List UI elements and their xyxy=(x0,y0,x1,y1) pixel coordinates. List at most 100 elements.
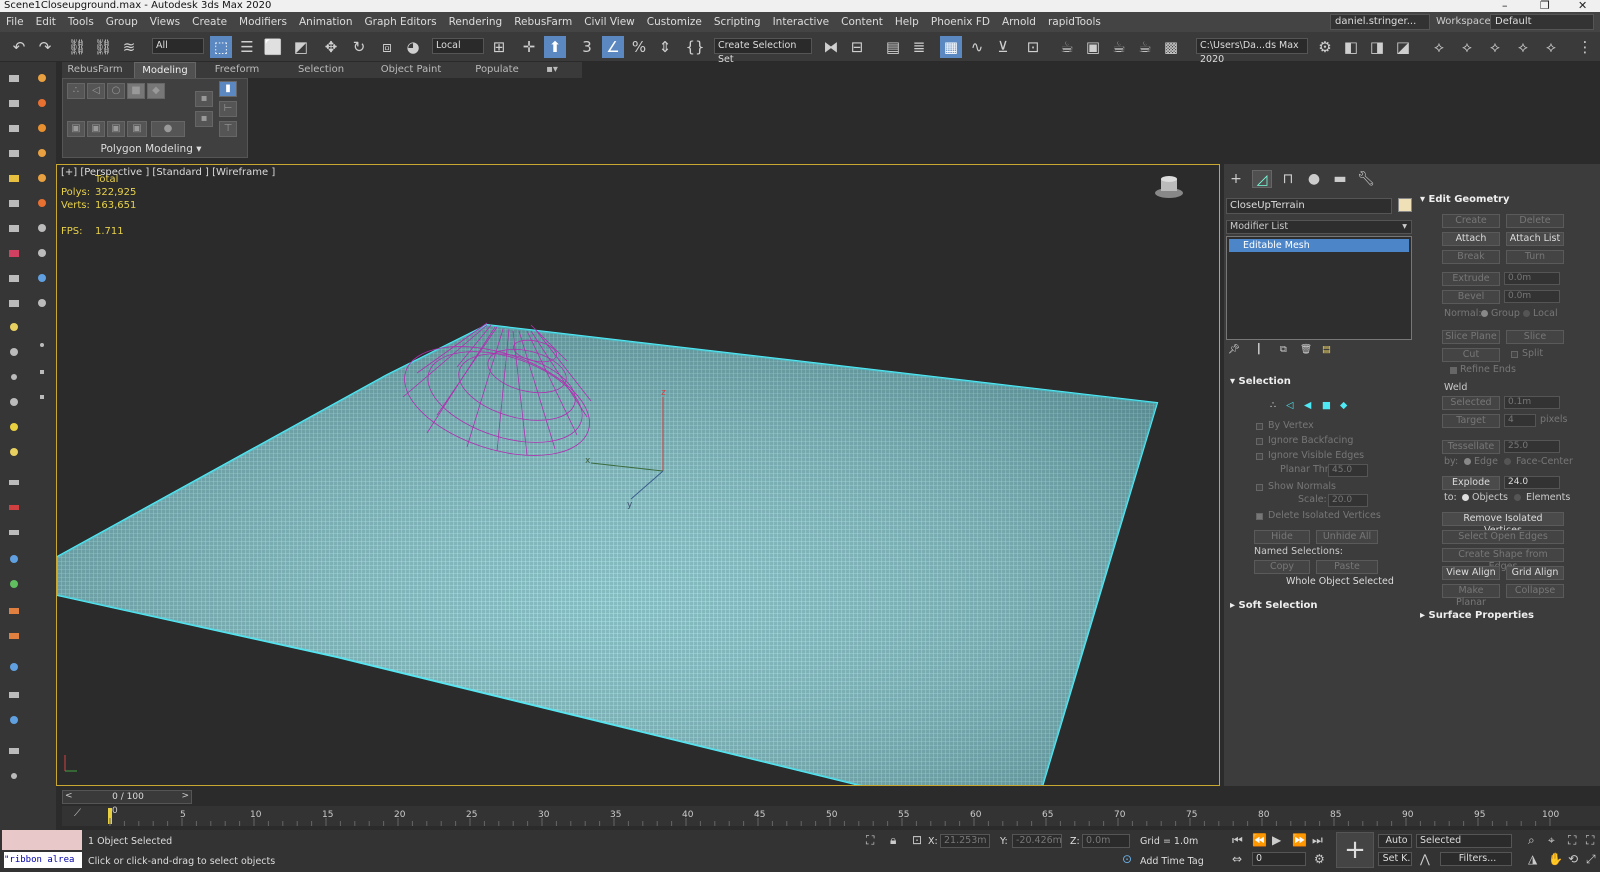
remove-modifier-icon[interactable]: 🗑︎ xyxy=(1300,344,1312,355)
explode-objects-radio[interactable] xyxy=(1462,494,1469,501)
tessellate-face-center-radio[interactable] xyxy=(1504,458,1511,465)
viewcube-icon[interactable] xyxy=(1155,176,1183,198)
menu-civil-view[interactable]: Civil View xyxy=(578,16,641,28)
collapse-stack-icon[interactable]: ⊤ xyxy=(219,121,237,137)
toolbar-overflow-icon[interactable]: ⋮ xyxy=(1574,36,1596,58)
plugin-tool-4-icon[interactable]: ⟡ xyxy=(1512,36,1534,58)
display-tab-icon[interactable]: ▬ xyxy=(1330,170,1350,188)
keyboard-shortcut-override-icon[interactable]: ⬆ xyxy=(544,36,566,58)
stack-item-editable-mesh[interactable]: Editable Mesh xyxy=(1229,239,1409,252)
menu-modifiers[interactable]: Modifiers xyxy=(233,16,293,28)
current-frame-field[interactable]: 0 xyxy=(1252,852,1306,866)
default-tangent-icon[interactable]: ⋀ xyxy=(1420,852,1430,866)
user-account-dropdown[interactable]: daniel.stringer... xyxy=(1330,14,1430,30)
material-editor-icon[interactable]: ⊡ xyxy=(1022,36,1044,58)
plugin-tool-5-icon[interactable]: ⟡ xyxy=(1540,36,1562,58)
cut-button[interactable]: Cut xyxy=(1442,348,1500,362)
hierarchy-tab-icon[interactable]: ⊓ xyxy=(1278,170,1298,188)
snaps-toggle-icon[interactable]: 3 xyxy=(576,36,598,58)
named-selection-set-dropdown[interactable]: Create Selection Set xyxy=(714,38,812,65)
place-icon[interactable]: ◕ xyxy=(402,36,424,58)
unlink-icon[interactable]: ⛓ xyxy=(92,36,114,58)
menu-animation[interactable]: Animation xyxy=(293,16,359,28)
make-planar-button[interactable]: Make Planar xyxy=(1442,584,1500,608)
explode-button[interactable]: Explode xyxy=(1442,476,1500,490)
pin-stack-icon[interactable]: 📌︎ xyxy=(1228,344,1240,355)
slice-button[interactable]: Slice xyxy=(1506,330,1564,344)
refine-ends-checkbox[interactable] xyxy=(1450,367,1457,374)
tab-object-paint[interactable]: Object Paint xyxy=(366,62,456,78)
render-in-cloud-icon[interactable]: ▩ xyxy=(1160,36,1182,58)
slice-plane-button[interactable]: Slice Plane xyxy=(1442,330,1500,344)
view-align-button[interactable]: View Align xyxy=(1442,566,1500,580)
render-production-icon[interactable]: ☕ xyxy=(1108,36,1130,58)
collapse-button[interactable]: Collapse xyxy=(1506,584,1564,598)
ribbon-panel-label[interactable]: Polygon Modeling ▾ xyxy=(63,143,239,155)
project-path-dropdown[interactable]: C:\Users\Da...ds Max 2020 xyxy=(1196,38,1308,65)
fov-icon[interactable]: ◮ xyxy=(1528,852,1537,866)
explode-elements-radio[interactable] xyxy=(1514,494,1521,501)
set-key-button[interactable]: Set K. xyxy=(1378,852,1412,866)
minimize-button[interactable]: – xyxy=(1502,0,1508,12)
attach-button[interactable]: Attach xyxy=(1442,232,1500,246)
menu-customize[interactable]: Customize xyxy=(641,16,708,28)
schematic-view-icon[interactable]: ⊻ xyxy=(992,36,1014,58)
next-key-icon[interactable]: ⏩ xyxy=(1292,833,1307,847)
selection-region-icon[interactable]: ⬜ xyxy=(262,36,284,58)
curve-editor-icon[interactable]: ∿ xyxy=(966,36,988,58)
time-tag-icon[interactable]: ⊙ xyxy=(1122,852,1132,866)
edit-named-selection-icon[interactable]: {} xyxy=(684,36,706,58)
selection-lock-icon[interactable]: 🔒︎ xyxy=(890,833,896,848)
layer-explorer-icon[interactable]: ≣ xyxy=(908,36,930,58)
modifier-list-dropdown[interactable]: Modifier List ▾ xyxy=(1226,220,1412,234)
tessellate-edge-radio[interactable] xyxy=(1464,458,1471,465)
show-end-result-toggle-icon[interactable]: ┃ xyxy=(1256,344,1262,355)
goto-start-icon[interactable]: ⏮ xyxy=(1232,833,1243,848)
selection-filter-dropdown[interactable]: All xyxy=(152,38,204,54)
bind-spacewarp-icon[interactable]: ≋ xyxy=(118,36,140,58)
pivot-center-icon[interactable]: ⊞ xyxy=(488,36,510,58)
mirror-icon[interactable]: ⧓ xyxy=(820,36,842,58)
isolate-selection-icon[interactable]: ⛶ xyxy=(866,833,874,848)
make-unique-icon[interactable]: ⧉ xyxy=(1280,344,1287,355)
window-layout-3-icon[interactable]: ◪ xyxy=(1392,36,1414,58)
menu-rendering[interactable]: Rendering xyxy=(443,16,509,28)
create-shape-from-edges-button[interactable]: Create Shape from Edges xyxy=(1442,548,1564,572)
hide-button[interactable]: Hide xyxy=(1254,530,1310,544)
tessellate-spinner[interactable]: 25.0 xyxy=(1504,440,1560,453)
modify-mode-4-icon[interactable]: ▣ xyxy=(127,121,147,137)
undo-icon[interactable]: ↶ xyxy=(8,36,30,58)
attach-list-button[interactable]: Attach List xyxy=(1506,232,1564,246)
edit-geometry-rollout-header[interactable]: ▾ Edit Geometry xyxy=(1420,194,1510,205)
scale-icon[interactable]: ⧈ xyxy=(376,36,398,58)
play-icon[interactable]: ▶ xyxy=(1272,833,1281,847)
time-slider[interactable]: < 0 / 100 > xyxy=(62,790,192,804)
plugin-tool-1-icon[interactable]: ⟡ xyxy=(1428,36,1450,58)
key-filter-dropdown[interactable]: Selected xyxy=(1416,834,1512,848)
menu-help[interactable]: Help xyxy=(889,16,925,28)
y-coord-field[interactable]: -20.426m xyxy=(1012,834,1062,848)
rendered-frame-window-icon[interactable]: ▣ xyxy=(1082,36,1104,58)
zoom-extents-all-icon[interactable]: ⛶ xyxy=(1586,833,1594,848)
window-crossing-icon[interactable]: ◩ xyxy=(290,36,312,58)
reference-coord-dropdown[interactable]: Local xyxy=(432,38,484,54)
utilities-tab-icon[interactable]: 🔧︎ xyxy=(1356,170,1376,188)
move-icon[interactable]: ✥ xyxy=(320,36,342,58)
weld-target-button[interactable]: Target xyxy=(1442,414,1500,428)
select-by-name-icon[interactable]: ☰ xyxy=(236,36,258,58)
weld-threshold-spinner[interactable]: 0.1m xyxy=(1504,396,1560,409)
delete-isolated-checkbox[interactable] xyxy=(1256,513,1263,520)
selection-rollout-header[interactable]: ▾ Selection xyxy=(1230,376,1291,387)
scene-explorer-icon[interactable]: ▤ xyxy=(882,36,904,58)
plugin-tool-3-icon[interactable]: ⟡ xyxy=(1484,36,1506,58)
timeline-track[interactable]: ⟋ 0 5 10 15 20 25 30 35 40 45 50 55 60 6… xyxy=(62,806,1600,826)
ignore-visible-edges-checkbox[interactable] xyxy=(1256,453,1263,460)
stack-level-icon[interactable]: ▪ xyxy=(195,91,213,107)
object-name-field[interactable]: CloseUpTerrain xyxy=(1226,198,1392,214)
tessellate-button[interactable]: Tessellate xyxy=(1442,440,1500,454)
menu-content[interactable]: Content xyxy=(835,16,889,28)
vertex-subobject-icon[interactable]: ∴ xyxy=(1270,400,1276,411)
menu-phoenix-fd[interactable]: Phoenix FD xyxy=(925,16,996,28)
polygon-subobject-icon[interactable]: ■ xyxy=(1322,400,1331,411)
orbit-icon[interactable]: ⟲ xyxy=(1568,852,1578,866)
